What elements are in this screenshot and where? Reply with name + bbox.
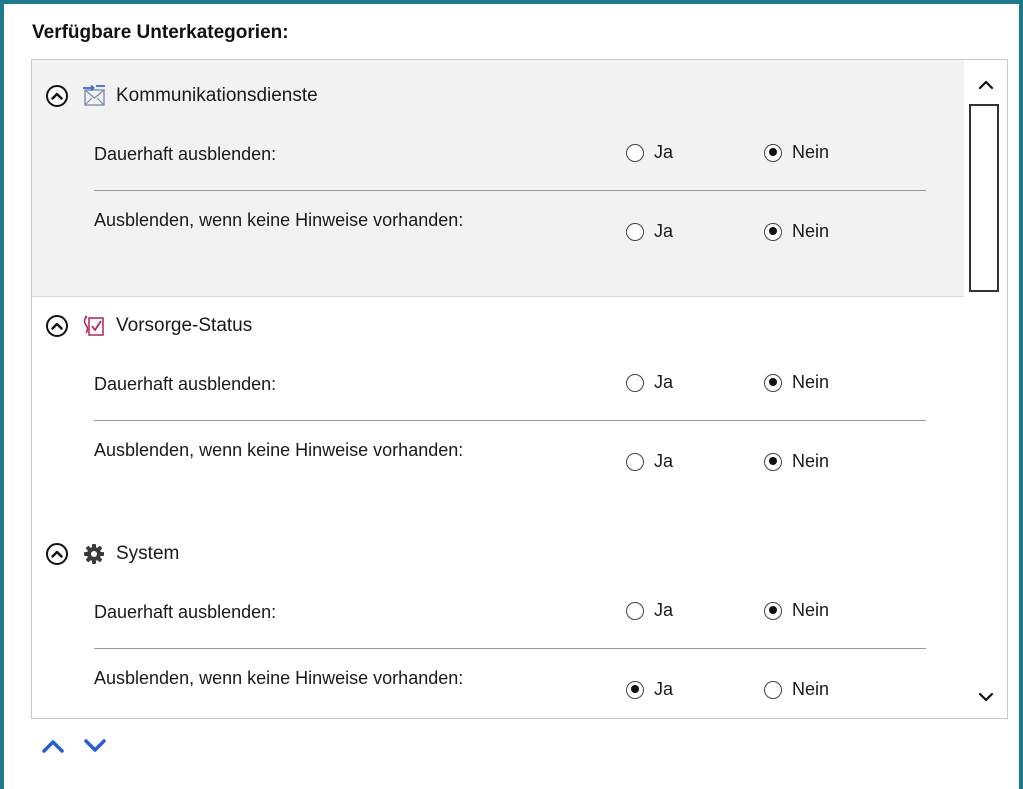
radio-option-nein[interactable]: Nein xyxy=(764,679,829,700)
category-label: Kommunikationsdienste xyxy=(116,85,318,106)
radio-option-ja[interactable]: Ja xyxy=(626,142,673,163)
reorder-controls xyxy=(40,736,108,756)
arrow-up-icon xyxy=(42,740,64,753)
radio-option-nein[interactable]: Nein xyxy=(764,221,829,242)
radio-button[interactable] xyxy=(626,222,644,241)
category-group-system[interactable]: System Dauerhaft ausblenden: Ja Nein Aus… xyxy=(32,524,964,718)
radio-button[interactable] xyxy=(764,222,782,241)
panel-title: Verfügbare Unterkategorien: xyxy=(32,22,289,43)
subcategory-list[interactable]: Kommunikationsdienste Dauerhaft ausblend… xyxy=(31,59,1008,719)
setting-label: Ausblenden, wenn keine Hinweise vorhande… xyxy=(94,668,464,688)
setting-row-hide-permanently: Dauerhaft ausblenden: Ja Nein xyxy=(94,364,926,404)
scroll-up-button[interactable] xyxy=(975,74,997,96)
vertical-scrollbar[interactable] xyxy=(965,60,1007,718)
setting-row-hide-permanently: Dauerhaft ausblenden: Ja Nein xyxy=(94,592,926,632)
category-header: Vorsorge-Status xyxy=(46,306,252,346)
radio-button[interactable] xyxy=(764,143,782,162)
row-divider xyxy=(94,648,926,649)
radio-option-ja[interactable]: Ja xyxy=(626,221,673,242)
move-down-button[interactable] xyxy=(82,736,108,756)
arrow-down-icon xyxy=(84,739,106,752)
setting-row-hide-if-empty: Ausblenden, wenn keine Hinweise vorhande… xyxy=(94,202,926,266)
collapse-button[interactable] xyxy=(46,543,68,565)
radio-button[interactable] xyxy=(626,373,644,392)
row-divider xyxy=(94,190,926,191)
radio-option-ja[interactable]: Ja xyxy=(626,372,673,393)
setting-label: Dauerhaft ausblenden: xyxy=(94,144,277,164)
radio-option-ja[interactable]: Ja xyxy=(626,451,673,472)
row-divider xyxy=(94,420,926,421)
radio-option-nein[interactable]: Nein xyxy=(764,451,829,472)
radio-button[interactable] xyxy=(626,601,644,620)
radio-option-ja[interactable]: Ja xyxy=(626,600,673,621)
radio-option-nein[interactable]: Nein xyxy=(764,372,829,393)
radio-button[interactable] xyxy=(764,601,782,620)
radio-button[interactable] xyxy=(764,373,782,392)
radio-option-nein[interactable]: Nein xyxy=(764,600,829,621)
collapse-button[interactable] xyxy=(46,85,68,107)
category-label: Vorsorge-Status xyxy=(116,315,253,336)
setting-row-hide-if-empty: Ausblenden, wenn keine Hinweise vorhande… xyxy=(94,660,926,718)
setting-label: Dauerhaft ausblenden: xyxy=(94,602,277,622)
chevron-up-icon xyxy=(51,550,63,558)
chevron-up-icon xyxy=(978,80,994,90)
radio-option-ja[interactable]: Ja xyxy=(626,679,673,700)
category-header: System xyxy=(46,534,179,574)
setting-label: Ausblenden, wenn keine Hinweise vorhande… xyxy=(94,440,464,460)
prevention-status-icon xyxy=(80,312,108,340)
setting-label: Ausblenden, wenn keine Hinweise vorhande… xyxy=(94,210,464,230)
category-header: Kommunikationsdienste xyxy=(46,76,318,116)
setting-label: Dauerhaft ausblenden: xyxy=(94,374,277,394)
chevron-up-icon xyxy=(51,322,63,330)
radio-option-nein[interactable]: Nein xyxy=(764,142,829,163)
scrollbar-thumb[interactable] xyxy=(969,104,999,292)
category-group-vorsorge-status[interactable]: Vorsorge-Status Dauerhaft ausblenden: Ja… xyxy=(32,296,964,524)
radio-button[interactable] xyxy=(626,452,644,471)
radio-button[interactable] xyxy=(764,452,782,471)
move-up-button[interactable] xyxy=(40,736,66,756)
setting-row-hide-if-empty: Ausblenden, wenn keine Hinweise vorhande… xyxy=(94,432,926,496)
radio-button[interactable] xyxy=(626,680,644,699)
category-group-kommunikationsdienste[interactable]: Kommunikationsdienste Dauerhaft ausblend… xyxy=(32,60,964,297)
chevron-down-icon xyxy=(978,692,994,702)
communication-icon xyxy=(80,82,108,110)
radio-button[interactable] xyxy=(764,680,782,699)
collapse-button[interactable] xyxy=(46,315,68,337)
scroll-down-button[interactable] xyxy=(975,686,997,708)
gear-icon xyxy=(80,540,108,568)
category-label: System xyxy=(116,543,180,564)
radio-button[interactable] xyxy=(626,143,644,162)
chevron-up-icon xyxy=(51,92,63,100)
setting-row-hide-permanently: Dauerhaft ausblenden: Ja Nein xyxy=(94,134,926,174)
